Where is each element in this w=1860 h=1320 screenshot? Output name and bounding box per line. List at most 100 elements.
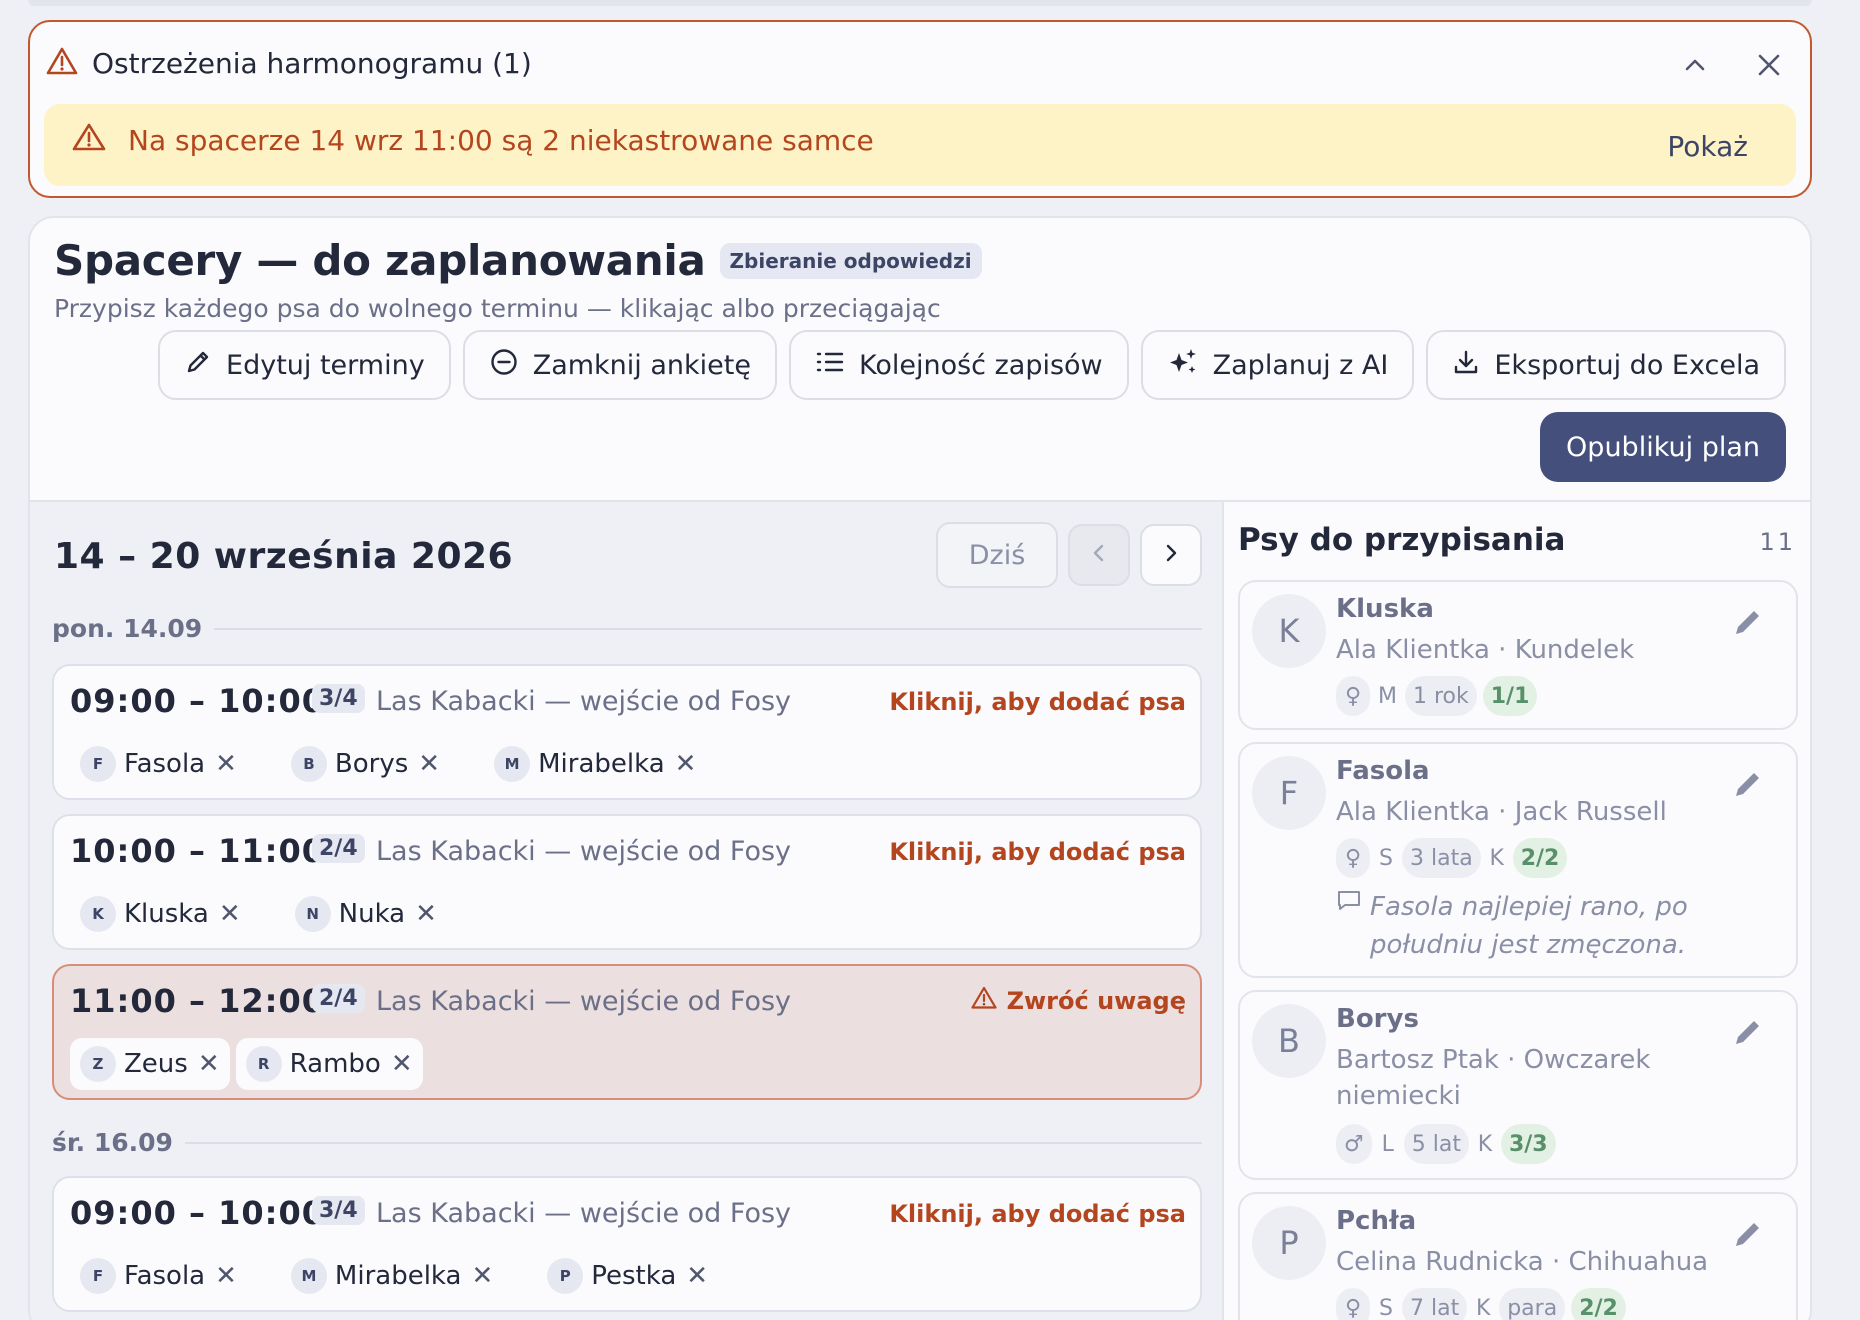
dog-name: Zeus	[124, 1049, 188, 1079]
walk-slot[interactable]: 10:00 – 11:00 2/4 Las Kabacki — wejście …	[52, 814, 1202, 950]
dog-card[interactable]: F Fasola Ala Klientka · Jack Russell ♀ S…	[1238, 742, 1798, 978]
age-tag: 7 lat	[1402, 1288, 1468, 1320]
pencil-icon[interactable]	[1730, 1216, 1766, 1252]
remove-dog-icon[interactable]: ✕	[415, 899, 437, 929]
dog-initial: M	[494, 746, 531, 782]
dog-card[interactable]: K Kluska Ala Klientka · Kundelek ♀ M 1 r…	[1238, 580, 1798, 730]
previous-week-button[interactable]	[1068, 524, 1130, 586]
dog-card-name: Fasola	[1336, 756, 1430, 786]
availability-tag: 2/2	[1571, 1288, 1626, 1320]
sidebar-title: Psy do przypisania	[1238, 522, 1566, 558]
minus-circle-icon	[489, 347, 519, 384]
status-badge: Zbieranie odpowiedzi	[719, 242, 982, 279]
pencil-icon[interactable]	[1730, 604, 1766, 640]
pencil-icon[interactable]	[1730, 766, 1766, 802]
dog-name: Mirabelka	[334, 1261, 462, 1291]
remove-dog-icon[interactable]: ✕	[418, 749, 440, 779]
add-dog-link[interactable]: Kliknij, aby dodać psa	[889, 838, 1186, 866]
age-tag: 1 rok	[1404, 676, 1477, 716]
day-label: pon. 14.09	[52, 614, 203, 643]
walk-slot-warning[interactable]: 11:00 – 12:00 2/4 Las Kabacki — wejście …	[52, 964, 1202, 1100]
dog-initial: B	[290, 746, 327, 782]
availability-tag: 1/1	[1482, 676, 1538, 716]
dog-card-name: Pchła	[1336, 1206, 1417, 1236]
size-tag: L	[1381, 1131, 1394, 1157]
next-week-button[interactable]	[1140, 524, 1202, 586]
dog-chip[interactable]: M Mirabelka ✕	[281, 1250, 503, 1302]
warning-triangle-icon	[72, 122, 106, 159]
dog-card[interactable]: P Pchła Celina Rudnicka · Chihuahua ♀ S …	[1238, 1192, 1798, 1320]
size-tag: M	[1378, 683, 1397, 709]
dog-name: Borys	[334, 749, 409, 779]
remove-dog-icon[interactable]: ✕	[215, 1261, 237, 1291]
dog-chip[interactable]: Z Zeus ✕	[70, 1038, 230, 1090]
collapse-chevron-up-icon[interactable]	[1678, 48, 1712, 82]
sparkles-icon	[1167, 347, 1199, 384]
sex-tag: ♀	[1336, 838, 1370, 878]
today-button[interactable]: Dziś	[936, 522, 1058, 588]
day-label: śr. 16.09	[52, 1128, 173, 1157]
schedule-warnings-panel: Ostrzeżenia harmonogramu (1) Na spacerze…	[28, 20, 1812, 198]
avatar: F	[1252, 756, 1326, 830]
show-warning-button[interactable]: Pokaż	[1667, 130, 1748, 163]
close-survey-button[interactable]: Zamknij ankietę	[462, 330, 777, 400]
dog-initial: K	[80, 896, 116, 932]
dog-card[interactable]: B Borys Bartosz Ptak · Owczarek niemieck…	[1238, 990, 1798, 1180]
dog-name: Nuka	[338, 899, 406, 929]
castrated-tag: K	[1489, 845, 1504, 871]
remove-dog-icon[interactable]: ✕	[219, 899, 241, 929]
toolbar: Edytuj terminy Zamknij ankietę Kolejność…	[158, 330, 1786, 400]
edit-slots-button[interactable]: Edytuj terminy	[158, 330, 451, 400]
walk-slot[interactable]: 09:00 – 10:00 3/4 Las Kabacki — wejście …	[52, 664, 1202, 800]
dog-card-name: Kluska	[1336, 594, 1434, 624]
dog-chip[interactable]: F Fasola ✕	[70, 738, 247, 790]
dog-chip[interactable]: R Rambo ✕	[235, 1038, 423, 1090]
add-dog-link[interactable]: Kliknij, aby dodać psa	[889, 688, 1186, 716]
size-tag: S	[1379, 845, 1393, 871]
dogs-to-assign-panel: Psy do przypisania 11 K Kluska Ala Klien…	[1222, 502, 1810, 1320]
remove-dog-icon[interactable]: ✕	[471, 1261, 493, 1291]
dog-name: Fasola	[124, 1261, 206, 1291]
pair-tag: para	[1499, 1288, 1566, 1320]
dog-chip[interactable]: N Nuka ✕	[285, 888, 447, 940]
export-excel-button[interactable]: Eksportuj do Excela	[1426, 330, 1786, 400]
dog-card-name: Borys	[1336, 1004, 1419, 1034]
remove-dog-icon[interactable]: ✕	[391, 1049, 413, 1079]
avatar: K	[1252, 594, 1326, 668]
dog-chip[interactable]: K Kluska ✕	[70, 888, 251, 940]
plan-with-ai-button[interactable]: Zaplanuj z AI	[1140, 330, 1415, 400]
walk-slot[interactable]: 09:00 – 10:00 3/4 Las Kabacki — wejście …	[52, 1176, 1202, 1312]
remove-dog-icon[interactable]: ✕	[198, 1049, 220, 1079]
attention-label[interactable]: Zwróć uwagę	[971, 986, 1186, 1016]
castrated-tag: K	[1476, 1295, 1491, 1320]
warning-message: Na spacerze 14 wrz 11:00 są 2 niekastrow…	[128, 124, 874, 157]
warnings-title: Ostrzeżenia harmonogramu (1)	[92, 46, 532, 80]
warnings-header: Ostrzeżenia harmonogramu (1)	[46, 46, 532, 80]
pencil-icon[interactable]	[1730, 1014, 1766, 1050]
signup-order-button[interactable]: Kolejność zapisów	[788, 330, 1129, 400]
close-icon[interactable]	[1752, 48, 1786, 82]
size-tag: S	[1379, 1295, 1393, 1320]
add-dog-link[interactable]: Kliknij, aby dodać psa	[889, 1200, 1186, 1228]
remove-dog-icon[interactable]: ✕	[686, 1261, 708, 1291]
avatar: P	[1252, 1206, 1326, 1280]
slot-location: Las Kabacki — wejście od Fosy	[376, 1198, 792, 1229]
publish-plan-button[interactable]: Opublikuj plan	[1540, 412, 1786, 482]
dog-chip[interactable]: M Mirabelka ✕	[484, 738, 706, 790]
warning-triangle-icon	[46, 46, 78, 80]
dog-owner-breed: Bartosz Ptak · Owczarek niemiecki	[1336, 1045, 1651, 1111]
remove-dog-icon[interactable]: ✕	[215, 749, 237, 779]
slot-time: 09:00 – 10:00	[70, 1194, 325, 1232]
comment-icon	[1336, 888, 1362, 964]
remove-dog-icon[interactable]: ✕	[675, 749, 697, 779]
dog-chip[interactable]: B Borys ✕	[281, 738, 450, 790]
sex-tag: ♀	[1336, 676, 1370, 716]
dog-name: Mirabelka	[538, 749, 665, 779]
dog-chip[interactable]: F Fasola ✕	[70, 1250, 247, 1302]
dog-initial: F	[80, 1258, 116, 1294]
slot-capacity: 3/4	[312, 684, 365, 713]
dog-chip[interactable]: P Pestka ✕	[537, 1250, 718, 1302]
dog-name: Rambo	[289, 1049, 381, 1079]
attention-text: Zwróć uwagę	[1006, 987, 1186, 1015]
walks-planning-card: Spacery — do zaplanowania Zbieranie odpo…	[28, 216, 1812, 1320]
